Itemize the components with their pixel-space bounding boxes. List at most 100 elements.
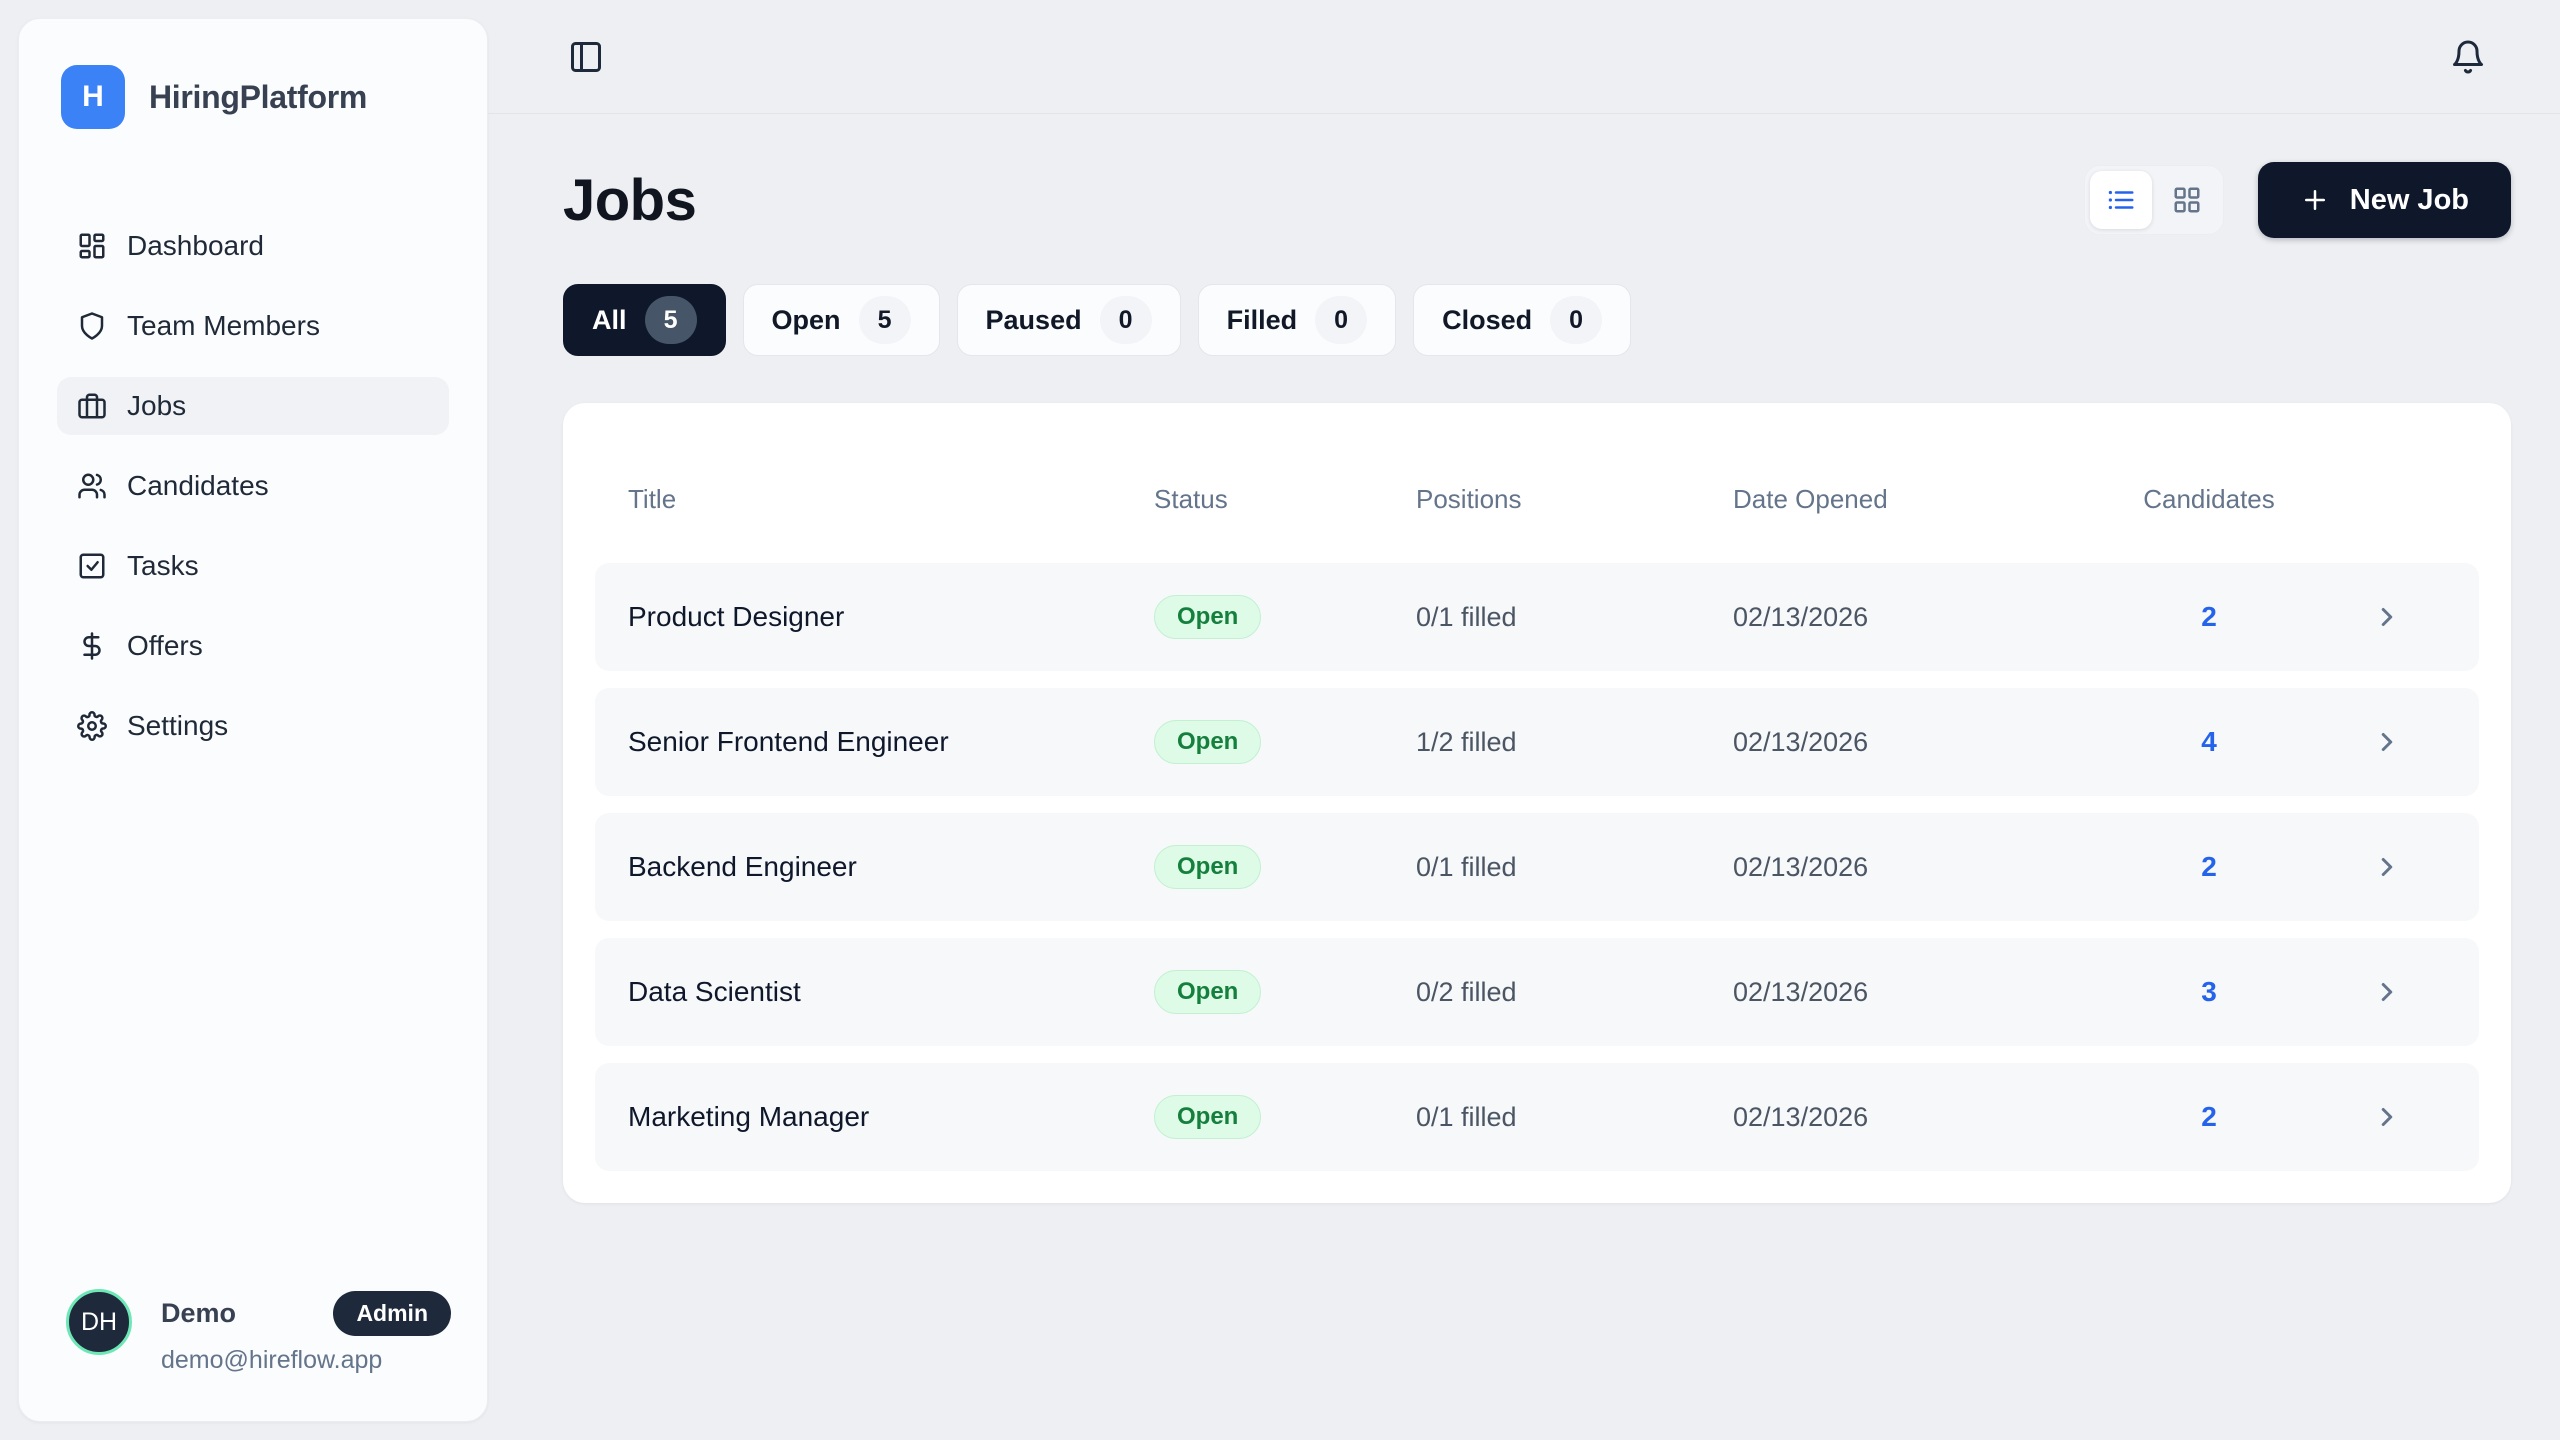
job-title: Senior Frontend Engineer	[628, 726, 1154, 758]
list-icon	[2106, 185, 2136, 215]
column-header-date-opened: Date Opened	[1733, 484, 2123, 515]
sidebar-item-jobs[interactable]: Jobs	[57, 377, 449, 435]
user-name: Demo	[161, 1298, 236, 1329]
user-info: Demo Admin demo@hireflow.app	[161, 1289, 451, 1375]
task-check-icon	[77, 551, 107, 581]
brand-logo: H	[61, 65, 125, 129]
status-badge: Open	[1154, 595, 1261, 639]
grid-view-button[interactable]	[2156, 171, 2218, 229]
chevron-right-icon[interactable]	[2295, 852, 2479, 882]
topbar	[488, 0, 2560, 114]
new-job-label: New Job	[2350, 184, 2469, 217]
chevron-right-icon[interactable]	[2295, 1102, 2479, 1132]
positions-cell: 0/1 filled	[1416, 602, 1733, 633]
filter-label: All	[592, 305, 627, 336]
job-title: Marketing Manager	[628, 1101, 1154, 1133]
brand-initial: H	[82, 80, 104, 114]
sidebar-item-label: Settings	[127, 710, 228, 742]
plus-icon	[2300, 185, 2330, 215]
candidates-count-link[interactable]: 2	[2123, 1101, 2295, 1133]
filter-label: Filled	[1227, 305, 1298, 336]
filter-label: Open	[772, 305, 841, 336]
avatar-initials: DH	[81, 1308, 117, 1337]
column-header-title: Title	[628, 484, 1154, 515]
view-toggle	[2084, 165, 2224, 235]
filter-count-badge: 5	[859, 296, 911, 344]
panel-left-icon	[568, 39, 604, 75]
date-opened-cell: 02/13/2026	[1733, 1102, 2123, 1133]
sidebar-item-label: Team Members	[127, 310, 320, 342]
list-view-button[interactable]	[2090, 171, 2152, 229]
column-header-status: Status	[1154, 484, 1416, 515]
filter-button[interactable]: Filled 0	[1198, 284, 1397, 356]
role-badge: Admin	[333, 1291, 451, 1336]
table-row[interactable]: Data Scientist Open 0/2 filled 02/13/202…	[595, 938, 2479, 1046]
table-row[interactable]: Senior Frontend Engineer Open 1/2 filled…	[595, 688, 2479, 796]
avatar: DH	[66, 1289, 132, 1355]
filter-count-badge: 0	[1100, 296, 1152, 344]
sidebar-item-tasks[interactable]: Tasks	[57, 537, 449, 595]
sidebar-item-label: Tasks	[127, 550, 199, 582]
candidates-count-link[interactable]: 2	[2123, 601, 2295, 633]
brand-name: HiringPlatform	[149, 79, 367, 116]
gear-icon	[77, 711, 107, 741]
sidebar-item-label: Candidates	[127, 470, 269, 502]
filter-count-badge: 5	[645, 296, 697, 344]
jobs-table-card: Title Status Positions Date Opened Candi…	[563, 403, 2511, 1203]
filter-label: Closed	[1442, 305, 1532, 336]
chevron-right-icon[interactable]	[2295, 602, 2479, 632]
candidates-count-link[interactable]: 4	[2123, 726, 2295, 758]
filter-button[interactable]: All 5	[563, 284, 726, 356]
status-badge: Open	[1154, 720, 1261, 764]
job-title: Product Designer	[628, 601, 1154, 633]
chevron-right-icon[interactable]	[2295, 977, 2479, 1007]
status-badge: Open	[1154, 1095, 1261, 1139]
table-row[interactable]: Product Designer Open 0/1 filled 02/13/2…	[595, 563, 2479, 671]
dollar-icon	[77, 631, 107, 661]
filter-label: Paused	[986, 305, 1082, 336]
users-icon	[77, 471, 107, 501]
candidates-count-link[interactable]: 3	[2123, 976, 2295, 1008]
column-header-positions: Positions	[1416, 484, 1733, 515]
date-opened-cell: 02/13/2026	[1733, 727, 2123, 758]
chevron-right-icon[interactable]	[2295, 727, 2479, 757]
sidebar-item-team-members[interactable]: Team Members	[57, 297, 449, 355]
positions-cell: 0/2 filled	[1416, 977, 1733, 1008]
status-filters: All 5 Open 5 Paused 0 Filled 0	[563, 284, 2511, 356]
filter-count-badge: 0	[1315, 296, 1367, 344]
table-row[interactable]: Marketing Manager Open 0/1 filled 02/13/…	[595, 1063, 2479, 1171]
job-title: Data Scientist	[628, 976, 1154, 1008]
table-header: Title Status Positions Date Opened Candi…	[595, 435, 2479, 563]
briefcase-icon	[77, 391, 107, 421]
candidates-count-link[interactable]: 2	[2123, 851, 2295, 883]
status-badge: Open	[1154, 970, 1261, 1014]
status-badge: Open	[1154, 845, 1261, 889]
column-header-candidates: Candidates	[2123, 484, 2295, 515]
filter-button[interactable]: Open 5	[743, 284, 940, 356]
grid-icon	[2172, 185, 2202, 215]
brand: H HiringPlatform	[61, 65, 451, 129]
filter-button[interactable]: Closed 0	[1413, 284, 1631, 356]
sidebar-nav: Dashboard Team Members Jobs Candidates T…	[57, 217, 449, 755]
sidebar: H HiringPlatform Dashboard Team Members …	[18, 18, 488, 1422]
sidebar-item-label: Offers	[127, 630, 203, 662]
content: Jobs	[488, 162, 2560, 1203]
sidebar-item-offers[interactable]: Offers	[57, 617, 449, 675]
dashboard-icon	[77, 231, 107, 261]
notifications-button[interactable]	[2450, 39, 2486, 75]
table-row[interactable]: Backend Engineer Open 0/1 filled 02/13/2…	[595, 813, 2479, 921]
filter-button[interactable]: Paused 0	[957, 284, 1181, 356]
sidebar-toggle-button[interactable]	[568, 39, 604, 75]
main-area: Jobs	[488, 0, 2560, 1440]
new-job-button[interactable]: New Job	[2258, 162, 2511, 238]
positions-cell: 0/1 filled	[1416, 852, 1733, 883]
sidebar-item-label: Dashboard	[127, 230, 264, 262]
date-opened-cell: 02/13/2026	[1733, 852, 2123, 883]
sidebar-item-settings[interactable]: Settings	[57, 697, 449, 755]
user-profile[interactable]: DH Demo Admin demo@hireflow.app	[66, 1289, 451, 1375]
sidebar-item-candidates[interactable]: Candidates	[57, 457, 449, 515]
filter-count-badge: 0	[1550, 296, 1602, 344]
user-email: demo@hireflow.app	[161, 1346, 451, 1375]
sidebar-item-dashboard[interactable]: Dashboard	[57, 217, 449, 275]
shield-icon	[77, 311, 107, 341]
